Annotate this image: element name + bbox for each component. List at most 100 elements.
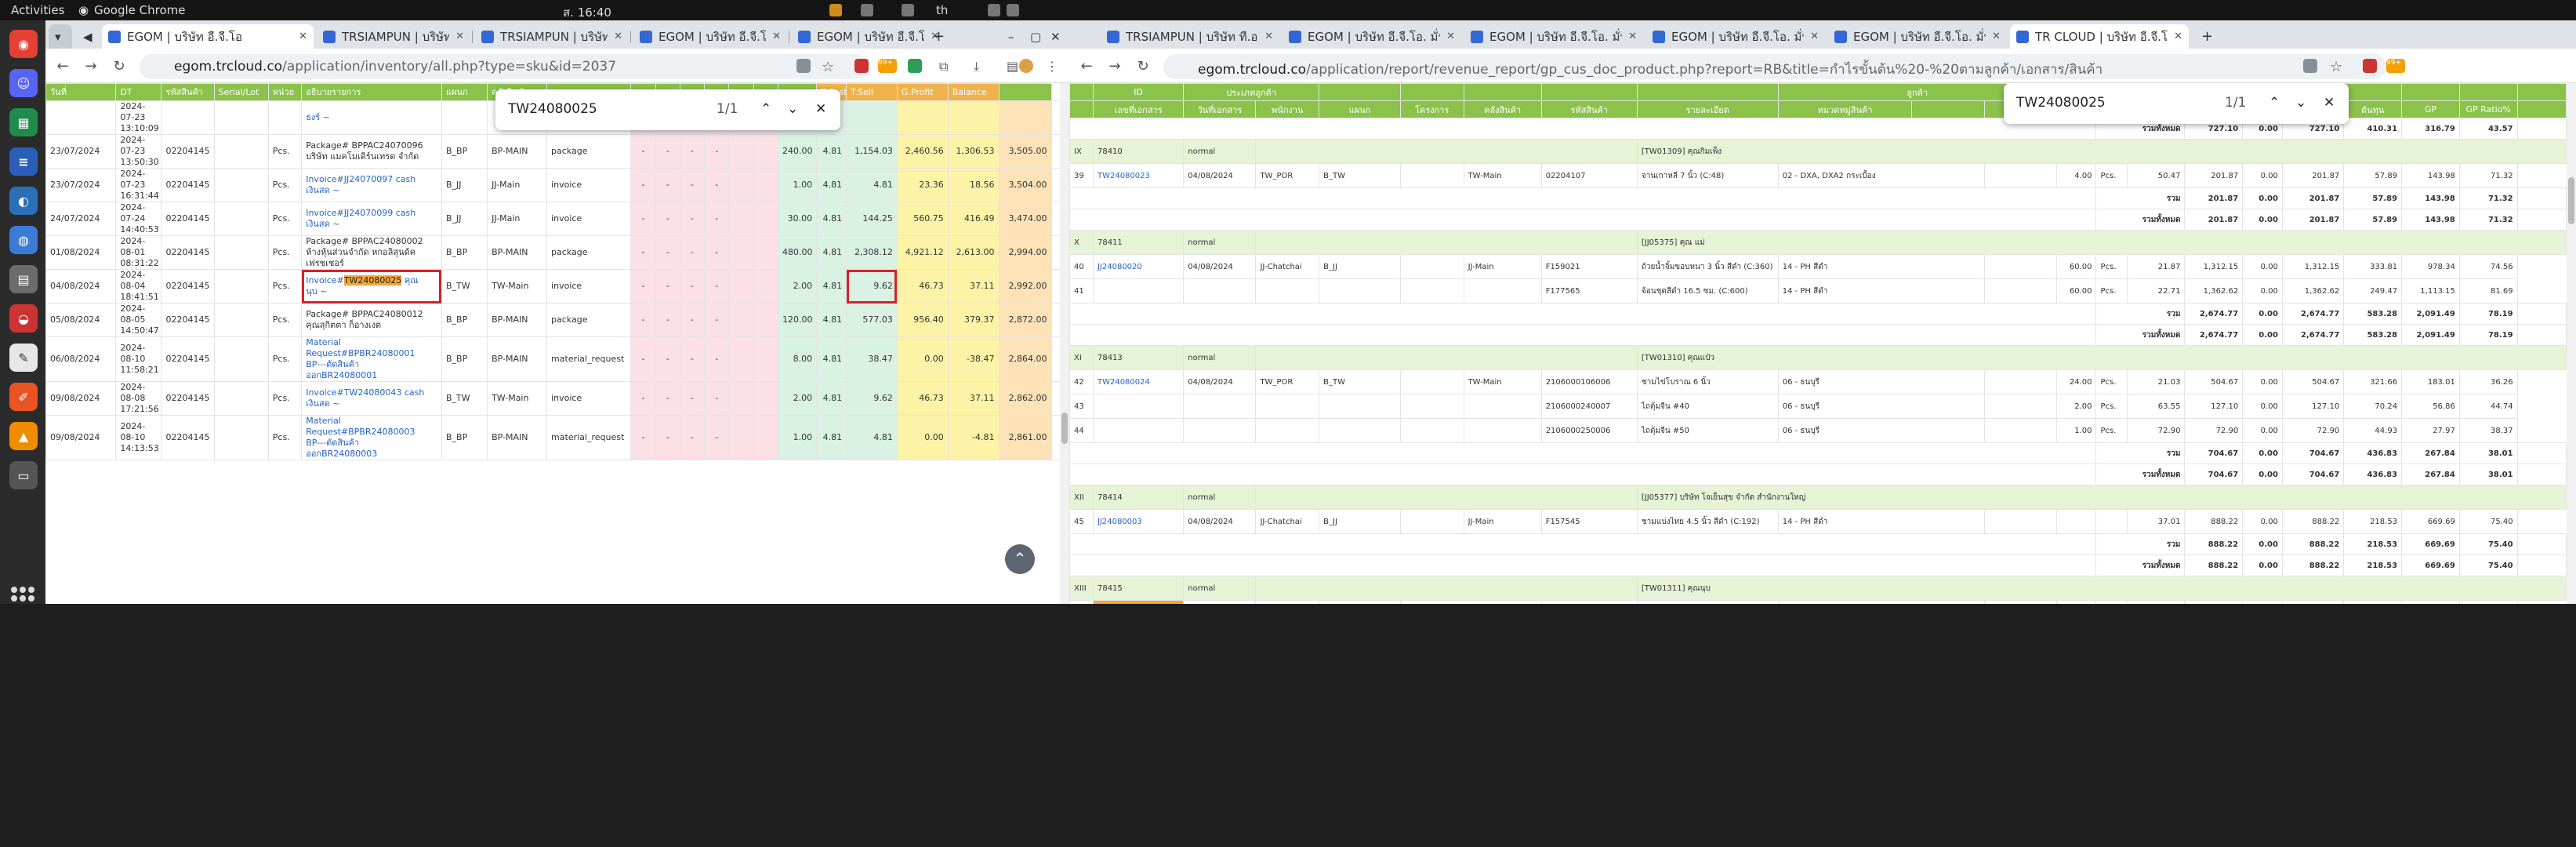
vlc-tray-icon[interactable]	[829, 4, 842, 16]
vlc-dock-icon[interactable]: ▲	[9, 422, 38, 450]
globe-dock-icon[interactable]: ◍	[9, 226, 38, 254]
find-close-icon[interactable]: ✕	[815, 101, 826, 117]
right-scrollbar[interactable]	[2567, 83, 2576, 604]
left-tab-1[interactable]: EGOM | บริษัท อี.จี.โอ ✕	[102, 24, 314, 49]
reload-icon[interactable]: ↻	[111, 58, 127, 75]
calculator-dock-icon[interactable]: ▤	[9, 265, 38, 293]
description-cell[interactable]: Material Request#BPBR24080001 BP---ตัดสินค…	[301, 336, 442, 382]
star-icon[interactable]: ☆	[2330, 59, 2344, 75]
right-address-bar[interactable]: egom.trcloud.co/application/report/reven…	[1163, 54, 2386, 79]
invoice-prefix[interactable]: Invoice#	[306, 275, 344, 285]
close-icon[interactable]: ✕	[1446, 31, 1455, 42]
left-scrollbar[interactable]	[1060, 83, 1069, 604]
extension-icon-2[interactable]	[908, 59, 922, 73]
close-icon[interactable]: ✕	[772, 31, 781, 42]
new-tab-button[interactable]: +	[927, 24, 950, 49]
muted-tab-icon[interactable]: ◀	[77, 24, 100, 49]
back-icon[interactable]: ←	[55, 58, 71, 75]
close-window-button[interactable]: ✕	[1044, 24, 1065, 49]
sheets-dock-icon[interactable]: ▦	[9, 108, 38, 136]
find-close-icon[interactable]: ✕	[2324, 95, 2335, 111]
find-prev-icon[interactable]: ⌃	[760, 101, 771, 117]
clock[interactable]: ส. 16:40	[563, 3, 611, 22]
extension-icon[interactable]	[2363, 59, 2377, 73]
download-icon[interactable]: ⤓	[974, 59, 988, 74]
menu-icon[interactable]: ⋮	[1046, 59, 1060, 74]
document-number[interactable]: JJ24080003	[1092, 509, 1185, 534]
app-menu[interactable]: Google Chrome	[94, 3, 186, 17]
description-cell[interactable]: Package# BPPAC24080012 คุณสุกิตตา ก็อางเง…	[301, 303, 442, 337]
description-cell[interactable]: Package# BPPAC24080002 ห้างหุ้นส่วนจำกัด …	[301, 235, 442, 270]
tab-list-button[interactable]: ▾	[49, 24, 72, 49]
right-tab-1[interactable]: TRSIAMPUN | บริษัท ที.อาร ✕	[1101, 24, 1279, 49]
close-icon[interactable]: ✕	[2174, 31, 2182, 42]
terminal-dock-icon[interactable]: ▭	[9, 461, 38, 489]
document-number[interactable]	[1092, 278, 1185, 304]
back-icon[interactable]: ←	[1079, 58, 1094, 75]
document-number[interactable]: TW24080024	[1092, 369, 1185, 394]
forward-icon[interactable]: →	[1107, 58, 1123, 75]
chrome-dock-icon[interactable]: ◉	[9, 30, 38, 58]
extension-badge[interactable]: 99+	[2386, 59, 2405, 73]
find-next-icon[interactable]: ⌄	[787, 101, 798, 117]
description-cell[interactable]: Invoice#TW24080025 คุณ นุบ ~	[301, 269, 442, 304]
app-dock-icon[interactable]: ◒	[9, 304, 38, 333]
profile-avatar[interactable]	[1019, 59, 1033, 73]
right-tab-5[interactable]: EGOM | บริษัท อี.จี.โอ. มั่น ✕	[1828, 24, 2007, 49]
right-tab-2[interactable]: EGOM | บริษัท อี.จี.โอ. มั่น ✕	[1283, 24, 1461, 49]
close-icon[interactable]: ✕	[1628, 31, 1637, 42]
left-tab-5[interactable]: EGOM | บริษัท อี.จี.โอ ✕	[792, 24, 945, 49]
star-icon[interactable]: ☆	[822, 59, 836, 75]
discord-tray-icon[interactable]	[902, 4, 914, 16]
left-address-bar[interactable]: egom.trcloud.co/application/inventory/al…	[140, 54, 869, 79]
right-tab-3[interactable]: EGOM | บริษัท อี.จี.โอ. มั่น ✕	[1464, 24, 1643, 49]
close-icon[interactable]: ✕	[614, 31, 622, 42]
network-icon[interactable]	[988, 4, 1000, 16]
left-tab-2[interactable]: TRSIAMPUN | บริษัท ✕	[317, 24, 470, 49]
language-indicator[interactable]: th	[936, 3, 948, 17]
reload-icon[interactable]: ↻	[1135, 58, 1151, 75]
close-icon[interactable]: ✕	[1810, 31, 1819, 42]
close-icon[interactable]: ✕	[1264, 31, 1273, 42]
maximize-button[interactable]: ▢	[1024, 24, 1044, 49]
puzzle-icon[interactable]: ⧉	[939, 59, 953, 74]
description-cell[interactable]: Invoice#JJ24070099 cash เงินสด ~	[301, 202, 442, 236]
description-cell[interactable]: ธงร์ ~	[301, 100, 442, 135]
find-icon[interactable]	[796, 59, 811, 73]
find-input[interactable]: TW24080025	[2016, 95, 2106, 111]
find-input[interactable]: TW24080025	[508, 101, 597, 117]
find-icon[interactable]	[2303, 59, 2317, 73]
description-cell[interactable]: Package# BPPAC24070096 บริษัท แมคโมเดิร์น…	[301, 134, 442, 169]
close-icon[interactable]: ✕	[455, 31, 464, 42]
discord-dock-icon[interactable]: ☺	[9, 69, 38, 97]
close-icon[interactable]: ✕	[299, 31, 307, 42]
find-next-icon[interactable]: ⌄	[2295, 95, 2306, 111]
document-number[interactable]: JJ24080020	[1092, 254, 1185, 279]
forward-icon[interactable]: →	[83, 58, 99, 75]
minimize-button[interactable]: –	[1002, 24, 1022, 49]
document-number[interactable]	[1092, 418, 1185, 443]
activities-button[interactable]: Activities	[11, 3, 64, 17]
tray-icon-2[interactable]	[861, 4, 873, 16]
right-tab-6[interactable]: TR CLOUD | บริษัท อี.จี.โอ ✕	[2010, 24, 2189, 49]
description-cell[interactable]: Invoice#TW24080043 cash เงินสด ~	[301, 381, 442, 416]
notes-dock-icon[interactable]: ✎	[9, 344, 38, 372]
docs-dock-icon[interactable]: ≡	[9, 147, 38, 176]
steam-dock-icon[interactable]: ◐	[9, 187, 38, 215]
volume-icon[interactable]	[1007, 4, 1019, 16]
left-tab-3[interactable]: TRSIAMPUN | บริษัท ✕	[475, 24, 629, 49]
close-icon[interactable]: ✕	[1992, 31, 2001, 42]
pen-dock-icon[interactable]: ✐	[9, 383, 38, 411]
new-tab-button[interactable]: +	[2195, 24, 2219, 49]
right-tab-4[interactable]: EGOM | บริษัท อี.จี.โอ. มั่น ✕	[1646, 24, 1825, 49]
document-number[interactable]: TW24080023	[1092, 163, 1185, 188]
find-prev-icon[interactable]: ⌃	[2269, 95, 2280, 111]
description-cell[interactable]: Invoice#JJ24070097 cash เงินสด ~	[301, 168, 442, 202]
search-highlight[interactable]: TW24080025	[343, 275, 402, 285]
extension-badge[interactable]: 99+	[878, 59, 897, 73]
document-number[interactable]	[1092, 394, 1185, 419]
left-tab-4[interactable]: EGOM | บริษัท อี.จี.โอ ✕	[633, 24, 787, 49]
extension-icon[interactable]	[854, 59, 869, 73]
description-cell[interactable]: Material Request#BPBR24080003 BP---ตัดสินค…	[301, 415, 442, 460]
scroll-top-button[interactable]: ⌃	[1005, 544, 1035, 574]
